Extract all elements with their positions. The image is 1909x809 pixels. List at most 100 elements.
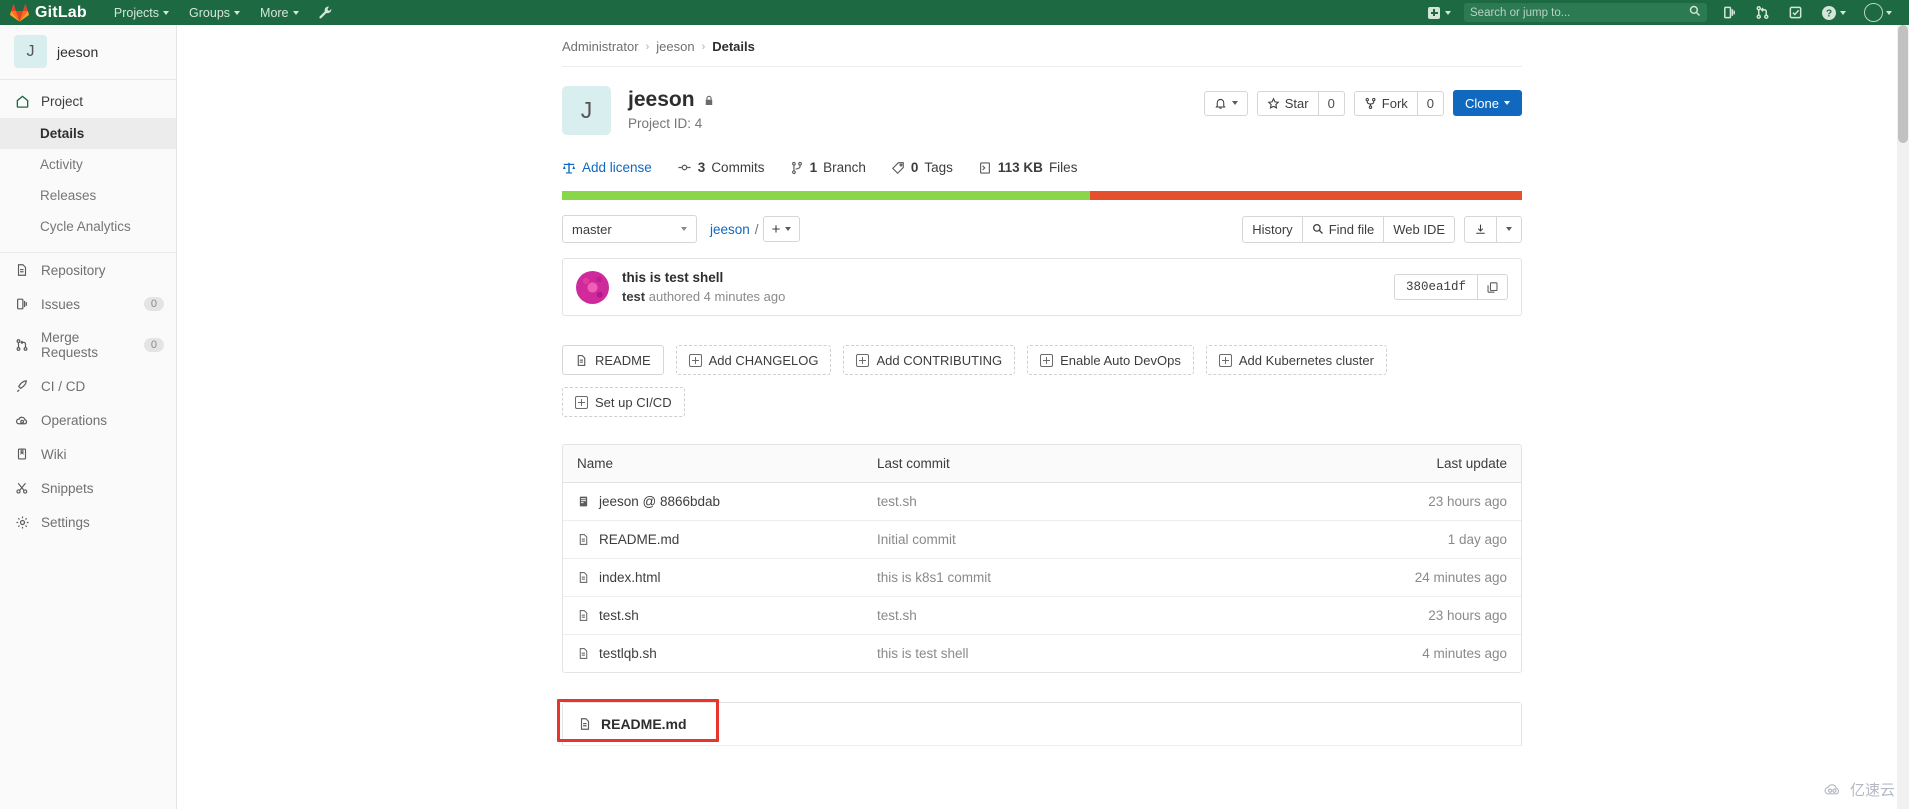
- file-name-label[interactable]: README.md: [599, 532, 679, 547]
- nav-more-label: More: [260, 5, 289, 20]
- project-header: J jeeson Project ID: 4 Star 0 Fork 0 Clo…: [562, 67, 1522, 135]
- file-name-label[interactable]: test.sh: [599, 608, 639, 623]
- sidebar-project-header[interactable]: J jeeson: [0, 25, 176, 80]
- file-last-commit[interactable]: this is test shell: [877, 646, 1367, 661]
- wrench-glyph: [318, 6, 331, 19]
- nav-more[interactable]: More: [251, 2, 307, 24]
- file-last-commit[interactable]: Initial commit: [877, 532, 1367, 547]
- sidebar-item-snippets[interactable]: Snippets: [0, 471, 176, 505]
- nav-issues-button[interactable]: [1713, 2, 1746, 23]
- nav-help-button[interactable]: ?: [1812, 2, 1855, 24]
- sidebar-item-project-label: Project: [41, 93, 84, 109]
- document-icon: [14, 262, 30, 278]
- add-contributing-button[interactable]: Add CONTRIBUTING: [843, 345, 1016, 375]
- sidebar-item-issues[interactable]: Issues 0: [0, 287, 176, 321]
- breadcrumb-administrator[interactable]: Administrator: [562, 39, 639, 54]
- admin-wrench-icon[interactable]: [318, 5, 333, 20]
- page-title: jeeson: [628, 88, 695, 111]
- sidebar-item-releases[interactable]: Releases: [0, 180, 176, 211]
- file-name-label[interactable]: testlqb.sh: [599, 646, 657, 661]
- branch-selector[interactable]: master: [562, 215, 697, 243]
- copy-sha-button[interactable]: [1477, 274, 1508, 300]
- sidebar-item-wiki[interactable]: Wiki: [0, 437, 176, 471]
- sidebar-item-operations-label: Operations: [41, 412, 108, 428]
- stat-add-license[interactable]: Add license: [562, 160, 652, 175]
- sidebar-item-repository[interactable]: Repository: [0, 253, 176, 287]
- add-changelog-button[interactable]: Add CHANGELOG: [675, 345, 832, 375]
- breadcrumb-jeeson[interactable]: jeeson: [656, 39, 694, 54]
- table-row[interactable]: jeeson @ 8866bdab test.sh 23 hours ago: [563, 483, 1521, 521]
- stat-add-license-label: Add license: [582, 160, 652, 175]
- sidebar-item-details[interactable]: Details: [0, 118, 176, 149]
- add-to-repo-button[interactable]: +: [762, 216, 801, 242]
- sidebar-item-settings[interactable]: Settings: [0, 505, 176, 539]
- download-button[interactable]: [1464, 215, 1496, 243]
- file-last-commit[interactable]: test.sh: [877, 494, 1367, 509]
- table-row[interactable]: test.sh test.sh 23 hours ago: [563, 597, 1521, 635]
- star-label: Star: [1284, 95, 1309, 111]
- gitlab-logo[interactable]: GitLab: [10, 4, 87, 22]
- page-scrollbar[interactable]: [1897, 25, 1909, 809]
- nav-todos-button[interactable]: [1779, 2, 1812, 23]
- search-icon: [1689, 5, 1701, 20]
- file-last-commit[interactable]: this is k8s1 commit: [877, 570, 1367, 585]
- sidebar-item-project[interactable]: Project: [0, 84, 176, 118]
- gear-icon: [14, 514, 30, 530]
- enable-auto-devops-button[interactable]: Enable Auto DevOps: [1027, 345, 1194, 375]
- language-segment-shell[interactable]: [562, 191, 1090, 200]
- commit-message[interactable]: this is test shell: [622, 270, 1394, 285]
- sidebar-item-cycle-analytics[interactable]: Cycle Analytics: [0, 211, 176, 242]
- set-up-ci-cd-button[interactable]: Set up CI/CD: [562, 387, 685, 417]
- nav-merge-requests-button[interactable]: [1746, 2, 1779, 23]
- file-last-update: 4 minutes ago: [1422, 646, 1507, 661]
- sidebar-item-snippets-label: Snippets: [41, 480, 94, 496]
- stat-files-size[interactable]: 113 KB Files: [978, 160, 1078, 175]
- nav-projects[interactable]: Projects: [105, 2, 178, 24]
- stat-files-label: Files: [1048, 160, 1078, 175]
- user-avatar-icon: [1864, 3, 1883, 22]
- file-name-label[interactable]: index.html: [599, 570, 661, 585]
- chevron-down-icon: [234, 10, 241, 15]
- stat-tags[interactable]: 0 Tags: [891, 160, 953, 175]
- scrollbar-thumb[interactable]: [1898, 25, 1908, 143]
- star-button[interactable]: Star: [1256, 90, 1318, 116]
- history-button[interactable]: History: [1242, 215, 1302, 243]
- file-icon: [577, 609, 590, 622]
- sidebar-item-activity[interactable]: Activity: [0, 149, 176, 180]
- notification-dropdown-button[interactable]: [1203, 90, 1248, 116]
- stat-commits[interactable]: 3 Commits: [677, 160, 765, 175]
- sidebar-item-merge-requests[interactable]: Merge Requests 0: [0, 321, 176, 369]
- add-kubernetes-cluster-button[interactable]: Add Kubernetes cluster: [1205, 345, 1387, 375]
- commit-author-name[interactable]: test: [622, 289, 645, 304]
- sidebar-item-ci-cd[interactable]: CI / CD: [0, 369, 176, 403]
- readme-button[interactable]: README: [562, 345, 664, 375]
- project-stats: Add license 3 Commits 1 Branch 0 Tags 11…: [562, 135, 1522, 191]
- find-file-button[interactable]: Find file: [1301, 215, 1384, 243]
- star-button-group: Star 0: [1256, 90, 1345, 116]
- file-name-label[interactable]: jeeson @ 8866bdab: [599, 494, 720, 509]
- table-row[interactable]: README.md Initial commit 1 day ago: [563, 521, 1521, 559]
- commit-sha[interactable]: 380ea1df: [1393, 274, 1477, 300]
- nav-user-menu[interactable]: [1855, 0, 1901, 25]
- web-ide-button[interactable]: Web IDE: [1383, 215, 1455, 243]
- readme-panel-title[interactable]: README.md: [601, 716, 687, 732]
- sidebar-item-operations[interactable]: Operations: [0, 403, 176, 437]
- content-container: Administrator › jeeson › Details J jeeso…: [562, 25, 1522, 746]
- clone-button[interactable]: Clone: [1453, 90, 1522, 116]
- commit-sha-group: 380ea1df: [1393, 274, 1508, 300]
- global-search-input[interactable]: Search or jump to...: [1464, 3, 1707, 22]
- chevron-down-icon: [785, 227, 792, 231]
- add-kubernetes-cluster-label: Add Kubernetes cluster: [1238, 352, 1374, 368]
- file-last-commit[interactable]: test.sh: [877, 608, 1367, 623]
- repo-path-root[interactable]: jeeson: [710, 222, 750, 237]
- fork-button[interactable]: Fork: [1353, 90, 1417, 116]
- nav-projects-label: Projects: [113, 5, 160, 20]
- download-dropdown-button[interactable]: [1496, 215, 1522, 243]
- language-segment-html[interactable]: [1090, 191, 1522, 200]
- clone-label: Clone: [1465, 95, 1499, 111]
- table-row-highlighted[interactable]: testlqb.sh this is test shell 4 minutes …: [563, 635, 1521, 672]
- stat-branches[interactable]: 1 Branch: [790, 160, 866, 175]
- nav-groups[interactable]: Groups: [180, 2, 249, 24]
- table-row[interactable]: index.html this is k8s1 commit 24 minute…: [563, 559, 1521, 597]
- new-dropdown-button[interactable]: [1421, 4, 1458, 22]
